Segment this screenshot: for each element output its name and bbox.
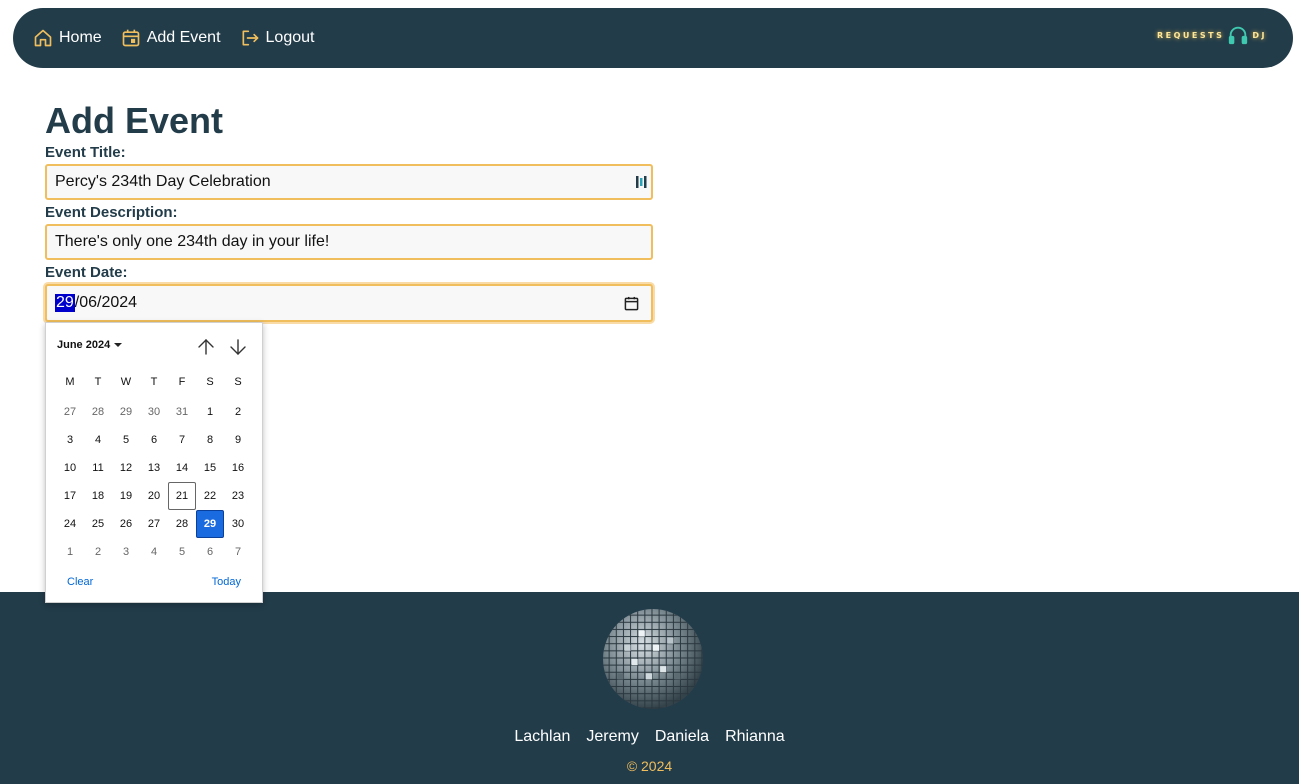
weekday-label: T — [94, 376, 102, 388]
calendar-day[interactable]: 29 — [112, 398, 140, 426]
event-description-input[interactable]: There's only one 234th day in your life! — [45, 224, 653, 260]
calendar-day[interactable]: 16 — [224, 454, 252, 482]
nav-home[interactable]: Home — [33, 28, 102, 48]
weekday-label: F — [178, 376, 186, 388]
calendar-day[interactable]: 27 — [56, 398, 84, 426]
weekday-label: M — [65, 376, 75, 388]
weekday-label: W — [120, 376, 132, 388]
calendar-day[interactable]: 12 — [112, 454, 140, 482]
calendar-day[interactable]: 17 — [56, 482, 84, 510]
calendar-day[interactable]: 3 — [56, 426, 84, 454]
event-date-input[interactable]: 29/06/2024 — [45, 284, 653, 322]
date-day-segment[interactable]: 29 — [55, 294, 75, 312]
arrow-down-icon[interactable] — [228, 337, 248, 357]
calendar-day[interactable]: 1 — [56, 538, 84, 566]
picker-footer: Clear Today — [67, 576, 241, 588]
top-navbar: Home Add Event Logout REQUESTS DJ — [13, 8, 1293, 68]
disco-ball-icon — [603, 609, 703, 709]
calendar-day[interactable]: 7 — [224, 538, 252, 566]
calendar-day[interactable]: 22 — [196, 482, 224, 510]
nav-logout[interactable]: Logout — [240, 28, 315, 48]
calendar-day[interactable]: 1 — [196, 398, 224, 426]
calendar-day[interactable]: 15 — [196, 454, 224, 482]
calendar-day[interactable]: 5 — [168, 538, 196, 566]
day-grid: 27 28 29 30 31 1 2 3 4 5 6 7 8 9 10 11 12 13 14 15 16 17 18 19 2… — [56, 398, 252, 566]
date-rest-segment[interactable]: /06/2024 — [75, 294, 137, 312]
event-description-label: Event Description: — [45, 204, 178, 221]
clear-button[interactable]: Clear — [67, 576, 93, 588]
calendar-day[interactable]: 20 — [140, 482, 168, 510]
nav-logout-label: Logout — [265, 29, 315, 46]
headphones-icon — [1229, 26, 1248, 45]
brand-logo[interactable]: REQUESTS DJ — [1157, 24, 1267, 46]
weekday-label: S — [206, 376, 214, 388]
calendar-day[interactable]: 18 — [84, 482, 112, 510]
event-date-label: Event Date: — [45, 264, 128, 281]
calendar-day[interactable]: 30 — [224, 510, 252, 538]
calendar-day[interactable]: 31 — [168, 398, 196, 426]
calendar-day[interactable]: 4 — [84, 426, 112, 454]
event-title-value: Percy's 234th Day Celebration — [55, 173, 271, 190]
arrow-up-icon[interactable] — [196, 337, 216, 357]
calendar-day[interactable]: 28 — [84, 398, 112, 426]
calendar-day[interactable]: 7 — [168, 426, 196, 454]
page-title: Add Event — [45, 100, 224, 141]
today-button[interactable]: Today — [212, 576, 241, 588]
event-title-label: Event Title: — [45, 144, 126, 161]
weekday-label: S — [234, 376, 242, 388]
date-picker-popup: June 2024 M T W T F S S 27 28 29 30 31 1 2 3 4 5 6… — [45, 322, 263, 603]
team-name-link[interactable]: Daniela — [655, 728, 709, 746]
calendar-day[interactable]: 2 — [84, 538, 112, 566]
brand-text-dj: DJ — [1252, 30, 1267, 40]
calendar-day[interactable]: 25 — [84, 510, 112, 538]
calendar-day[interactable]: 4 — [140, 538, 168, 566]
calendar-day[interactable]: 6 — [196, 538, 224, 566]
calendar-day[interactable]: 14 — [168, 454, 196, 482]
calendar-day[interactable]: 19 — [112, 482, 140, 510]
month-year-label: June 2024 — [57, 339, 111, 351]
calendar-day[interactable]: 8 — [196, 426, 224, 454]
nav-add-event[interactable]: Add Event — [121, 28, 221, 48]
calendar-day[interactable]: 24 — [56, 510, 84, 538]
calendar-day[interactable]: 6 — [140, 426, 168, 454]
calendar-icon — [122, 29, 140, 47]
month-year-selector[interactable]: June 2024 — [57, 339, 123, 351]
team-name-link[interactable]: Rhianna — [725, 728, 785, 746]
calendar-day-today[interactable]: 21 — [168, 482, 196, 510]
calendar-day[interactable]: 11 — [84, 454, 112, 482]
nav-home-label: Home — [59, 29, 102, 46]
nav-add-event-label: Add Event — [146, 29, 221, 46]
calendar-day[interactable]: 13 — [140, 454, 168, 482]
calendar-day[interactable]: 10 — [56, 454, 84, 482]
home-icon — [34, 29, 52, 47]
calendar-day[interactable]: 30 — [140, 398, 168, 426]
team-names: Lachlan Jeremy Daniela Rhianna — [0, 728, 1299, 746]
team-name-link[interactable]: Jeremy — [586, 728, 638, 746]
event-title-input[interactable]: Percy's 234th Day Celebration — [45, 164, 653, 200]
calendar-day[interactable]: 28 — [168, 510, 196, 538]
caret-down-icon — [114, 343, 123, 347]
brand-text-requests: REQUESTS — [1157, 30, 1225, 40]
calendar-day[interactable]: 5 — [112, 426, 140, 454]
weekday-header: M T W T F S S — [56, 376, 252, 388]
calendar-day[interactable]: 3 — [112, 538, 140, 566]
team-name-link[interactable]: Lachlan — [514, 728, 570, 746]
calendar-day[interactable]: 2 — [224, 398, 252, 426]
calendar-day[interactable]: 9 — [224, 426, 252, 454]
weekday-label: T — [150, 376, 158, 388]
calendar-day[interactable]: 27 — [140, 510, 168, 538]
copyright-text: © 2024 — [626, 758, 673, 774]
logout-icon — [242, 30, 258, 46]
calendar-day[interactable]: 23 — [224, 482, 252, 510]
calendar-picker-icon[interactable] — [624, 296, 639, 311]
calendar-day-selected[interactable]: 29 — [196, 510, 224, 538]
footer: Lachlan Jeremy Daniela Rhianna © 2024 — [0, 592, 1299, 784]
password-manager-icon[interactable] — [635, 175, 647, 189]
calendar-day[interactable]: 26 — [112, 510, 140, 538]
event-description-value: There's only one 234th day in your life! — [55, 233, 330, 250]
